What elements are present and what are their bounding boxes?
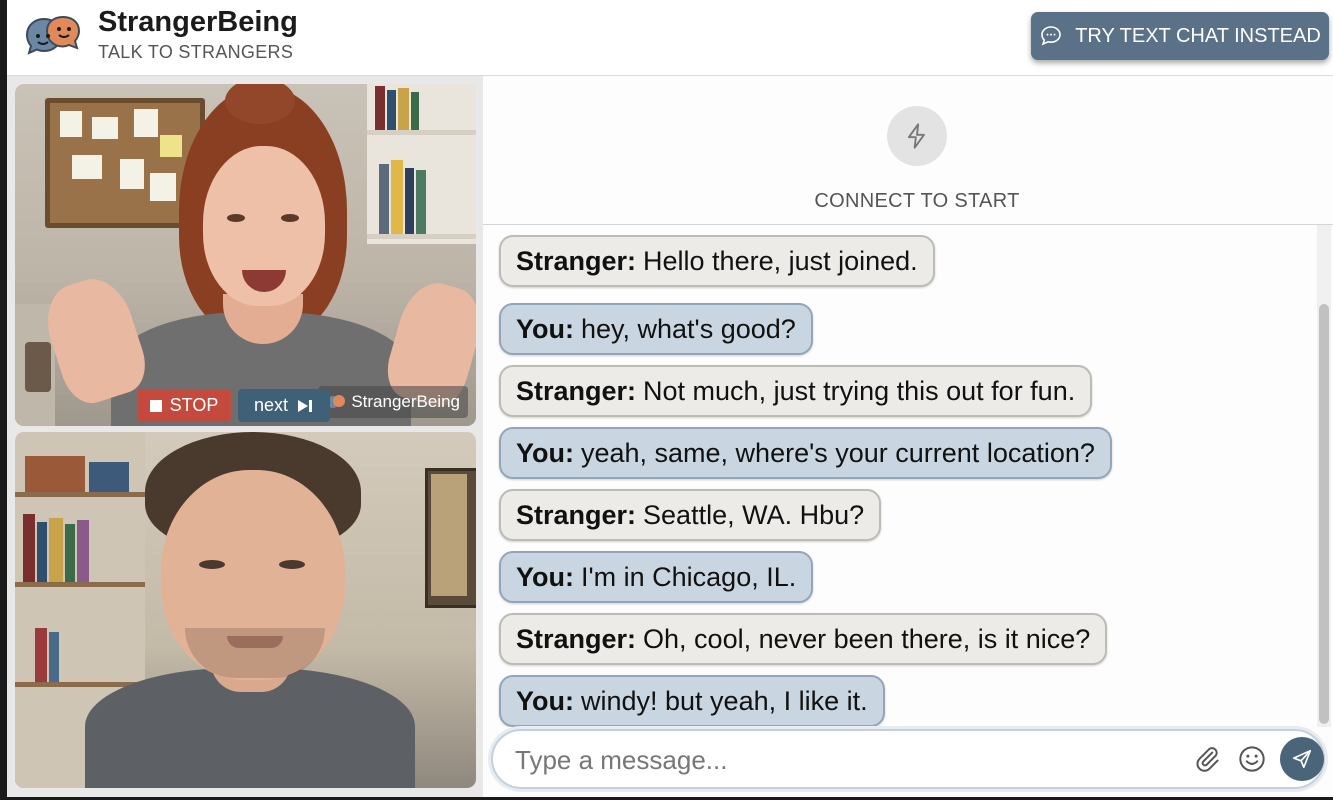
self-video	[15, 432, 476, 788]
message-text: I'm in Chicago, IL.	[580, 561, 797, 592]
message-text: hey, what's good?	[580, 313, 796, 344]
logo-icon	[25, 15, 81, 55]
message-text: Seattle, WA. Hbu?	[643, 499, 865, 530]
message-sender: Stranger:	[516, 245, 637, 276]
message-text: Oh, cool, never been there, is it nice?	[643, 623, 1091, 654]
composer	[491, 729, 1325, 789]
stop-icon	[149, 399, 162, 412]
message-you: You: yeah, same, where's your current loc…	[499, 427, 1112, 479]
paper-plane-icon	[1292, 749, 1312, 769]
skip-next-icon	[298, 399, 313, 412]
message-text: Not much, just trying this out for fun.	[643, 375, 1076, 406]
lightning-glyph	[907, 123, 925, 149]
message-stranger: Stranger: Oh, cool, never been there, is …	[499, 613, 1108, 665]
stranger-video: StrangerBeing	[15, 84, 476, 426]
try-text-chat-button[interactable]: TRY TEXT CHAT INSTEAD	[1031, 12, 1329, 60]
message-input[interactable]	[513, 741, 1167, 779]
brand-name: StrangerBeing	[98, 6, 298, 38]
scrollbar-thumb[interactable]	[1319, 304, 1329, 724]
message-text: yeah, same, where's your current locatio…	[580, 437, 1095, 468]
message-sender: Stranger:	[516, 499, 637, 530]
connect-label: CONNECT TO START	[814, 190, 1020, 212]
message-you: You: I'm in Chicago, IL.	[499, 551, 814, 603]
lightning-icon[interactable]	[887, 106, 947, 166]
try-text-chat-label: TRY TEXT CHAT INSTEAD	[1075, 24, 1321, 47]
message-sender: Stranger:	[516, 375, 637, 406]
watermark-text: StrangerBeing	[351, 392, 460, 411]
stop-button[interactable]: STOP	[137, 389, 231, 422]
connect-area: CONNECT TO START	[483, 76, 1333, 225]
paperclip-icon[interactable]	[1193, 745, 1221, 773]
message-sender: You:	[516, 437, 574, 468]
message-text: windy! but yeah, I like it.	[580, 685, 868, 716]
send-button[interactable]	[1280, 737, 1324, 781]
message-sender: You:	[516, 313, 574, 344]
message-list: Stranger: Hello there, just joined. You: he…	[483, 225, 1311, 727]
message-sender: You:	[516, 561, 574, 592]
next-label: next	[253, 395, 289, 415]
stranger-video-feed	[15, 84, 476, 426]
brand-tagline: TALK TO STRANGERS	[98, 42, 294, 62]
video-watermark: StrangerBeing	[318, 386, 468, 418]
message-stranger: Stranger: Seattle, WA. Hbu?	[499, 489, 882, 541]
message-sender: Stranger:	[516, 623, 637, 654]
smiley-icon[interactable]	[1238, 745, 1266, 773]
header: StrangerBeing TALK TO STRANGERS TRY TEXT…	[7, 0, 1333, 76]
chat-bubble-icon	[1041, 26, 1061, 46]
next-button[interactable]: next	[238, 389, 330, 422]
self-video-feed	[15, 432, 476, 788]
video-column: StrangerBeing STOP next	[7, 76, 483, 797]
message-stranger: Stranger: Hello there, just joined.	[499, 235, 935, 287]
message-stranger: Stranger: Not much, just trying this out …	[499, 365, 1093, 417]
message-you: You: windy! but yeah, I like it.	[499, 675, 885, 727]
message-sender: You:	[516, 685, 574, 716]
message-text: Hello there, just joined.	[643, 245, 918, 276]
chat-panel: CONNECT TO START Stranger: Hello there, j…	[483, 76, 1333, 797]
stop-label: STOP	[169, 395, 219, 415]
message-you: You: hey, what's good?	[499, 303, 813, 355]
app-window: StrangerBeing TALK TO STRANGERS TRY TEXT…	[7, 0, 1333, 797]
